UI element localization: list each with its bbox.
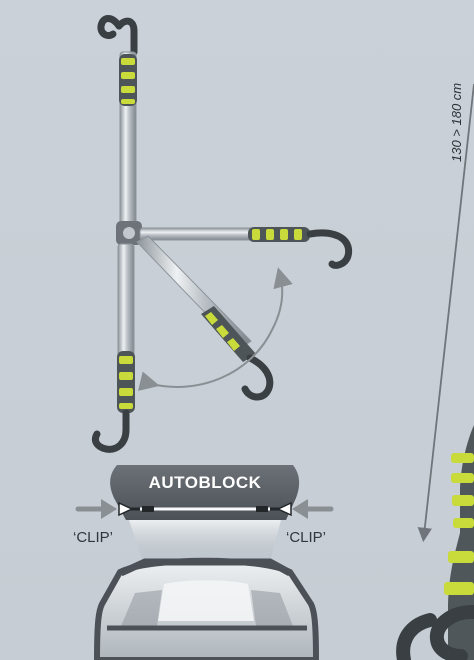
clip-right-label: ‘CLIP’ [286, 529, 326, 546]
illustration-canvas: 130 > 180 cm AUTOBLOCK ‘CLIP’ ‘CLIP’ [73, 15, 474, 660]
bottom-hook-icon [91, 409, 130, 453]
clip-left-label: ‘CLIP’ [73, 529, 113, 546]
clip-beam [129, 520, 281, 562]
arm-hook-icon [306, 229, 353, 269]
height-range-label: 130 > 180 cm [449, 83, 464, 162]
tripod-illustration [91, 15, 353, 453]
diagonal-hook-icon [241, 354, 274, 401]
autoblock-badge-label: AUTOBLOCK [149, 473, 262, 492]
autoblock-panel: AUTOBLOCK [93, 465, 320, 660]
partial-stand-right [396, 425, 474, 660]
product-diagram: 130 > 180 cm AUTOBLOCK ‘CLIP’ ‘CLIP’ [0, 0, 474, 660]
